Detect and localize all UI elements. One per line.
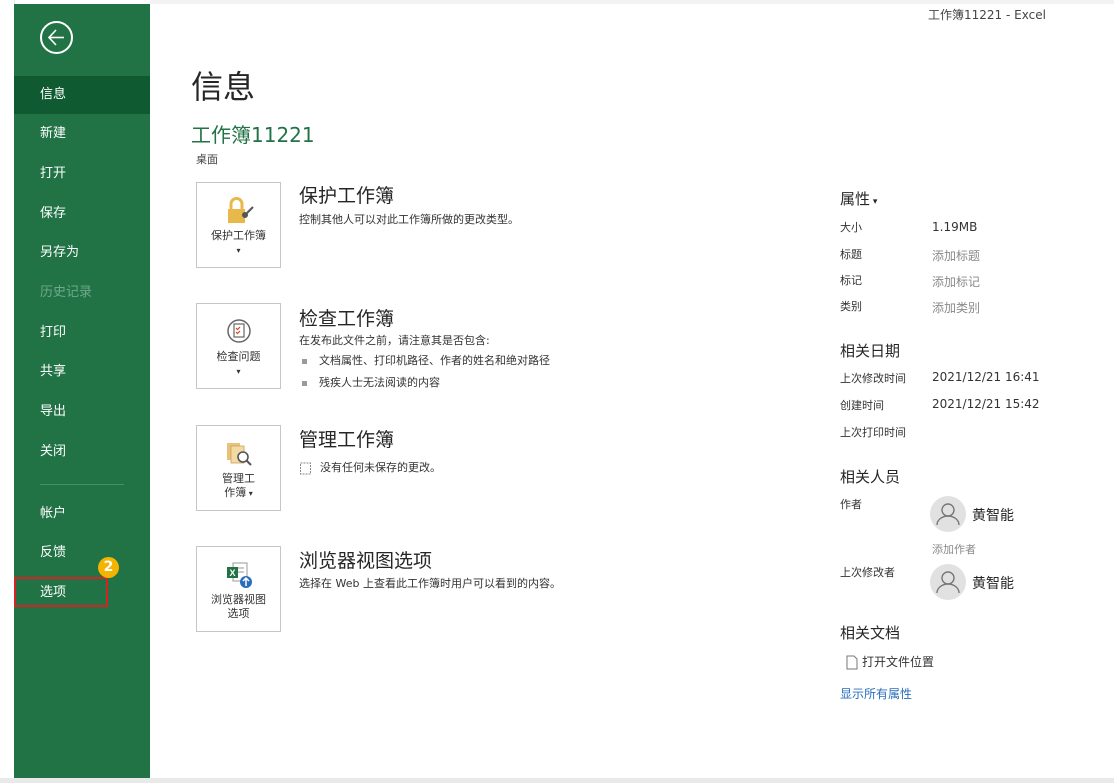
back-button[interactable] [40,21,73,54]
inspect-desc: 在发布此文件之前，请注意其是否包含: [299,334,490,347]
dropdown-caret-icon: ▾ [246,489,253,498]
modifier-label: 上次修改者 [840,566,895,579]
prop-tags-value[interactable]: 添加标记 [932,273,980,290]
author-name[interactable]: 黄智能 [972,505,1014,525]
browser-view-desc: 选择在 Web 上查看此工作簿时用户可以看到的内容。 [299,577,561,590]
prop-title-value[interactable]: 添加标题 [932,247,980,264]
backstage-sidebar: 信息 新建 打开 保存 另存为 历史记录 打印 共享 导出 关闭 帐户 反馈 选… [14,4,150,778]
excel-web-icon: X [227,562,252,588]
nav-separator [40,484,124,485]
svg-text:X: X [229,568,235,578]
prop-size-label: 大小 [840,221,862,234]
author-avatar [930,496,966,532]
nav-feedback[interactable]: 反馈 [14,534,150,572]
modifier-avatar [930,564,966,600]
date-modified-label: 上次修改时间 [840,372,906,385]
date-created-value: 2021/12/21 15:42 [932,397,1040,411]
dates-heading: 相关日期 [840,342,901,360]
nav-save[interactable]: 保存 [14,195,150,233]
manage-label-line2: 作簿 [224,486,247,499]
page-title: 信息 [191,68,256,106]
people-heading: 相关人员 [840,468,901,486]
inspect-document-icon [227,319,251,343]
bottom-border [0,778,1114,783]
document-name: 工作簿11221 [191,123,315,147]
properties-heading[interactable]: 属性 ▾ [840,188,877,209]
nav-share[interactable]: 共享 [14,353,150,391]
protect-title: 保护工作簿 [299,185,395,207]
top-border [150,0,1114,4]
date-printed-label: 上次打印时间 [840,426,906,439]
nav-account[interactable]: 帐户 [14,495,150,533]
nav-history: 历史记录 [40,285,93,300]
browser-view-label-line2: 选项 [227,607,250,620]
document-icon [846,655,858,670]
nav-info[interactable]: 信息 [14,76,150,114]
manage-label-line1: 管理工 [222,472,255,485]
inspect-bullet-2: 残疾人士无法阅读的内容 [302,374,440,390]
manage-versions-icon [227,443,252,466]
check-issues-label: 检查问题 [216,350,261,363]
inspect-bullet-1: 文档属性、打印机路径、作者的姓名和绝对路径 [302,352,550,368]
dropdown-caret-icon: ▾ [236,246,241,255]
arrow-left-icon [47,29,64,46]
prop-size-value: 1.19MB [932,220,978,234]
prop-title-label: 标题 [840,248,862,261]
options-highlight-box [14,577,108,607]
nav-save-as[interactable]: 另存为 [14,234,150,272]
browser-view-label-line1: 浏览器视图 [211,593,266,606]
browser-view-options-button[interactable]: X 浏览器视图 选项 [196,546,281,632]
document-location: 桌面 [196,153,218,166]
prop-category-label: 类别 [840,300,862,313]
manage-desc: 没有任何未保存的更改。 [299,459,441,475]
related-docs-heading: 相关文档 [840,624,901,642]
nav-close[interactable]: 关闭 [14,433,150,471]
add-author-link[interactable]: 添加作者 [932,541,976,557]
protect-button-label: 保护工作簿 [211,229,266,242]
modifier-name[interactable]: 黄智能 [972,573,1014,593]
step-badge: 2 [98,557,119,578]
document-icon [300,462,311,474]
browser-view-title: 浏览器视图选项 [299,550,433,572]
person-icon [936,503,960,526]
inspect-title: 检查工作簿 [299,308,395,330]
lock-key-icon [228,197,254,223]
nav-print[interactable]: 打印 [14,314,150,352]
manage-workbook-button[interactable]: 管理工 作簿 ▾ [196,425,281,511]
window-edge [0,0,15,783]
window-title: 工作簿11221 - Excel [928,8,1046,22]
open-file-location-link[interactable]: 打开文件位置 [846,653,934,670]
protect-desc: 控制其他人可以对此工作簿所做的更改类型。 [299,213,519,226]
person-icon [936,571,960,594]
chevron-down-icon: ▾ [870,197,878,207]
check-issues-button[interactable]: 检查问题 ▾ [196,303,281,389]
prop-category-value[interactable]: 添加类别 [932,299,980,316]
manage-title: 管理工作簿 [299,429,395,451]
prop-tags-label: 标记 [840,274,862,287]
protect-workbook-button[interactable]: 保护工作簿 ▾ [196,182,281,268]
nav-open[interactable]: 打开 [14,155,150,193]
date-modified-value: 2021/12/21 16:41 [932,370,1040,384]
dropdown-caret-icon: ▾ [236,367,241,376]
date-created-label: 创建时间 [840,399,884,412]
author-label: 作者 [840,498,862,511]
nav-export[interactable]: 导出 [14,393,150,431]
show-all-properties-link[interactable]: 显示所有属性 [840,685,912,702]
nav-new[interactable]: 新建 [14,115,150,153]
